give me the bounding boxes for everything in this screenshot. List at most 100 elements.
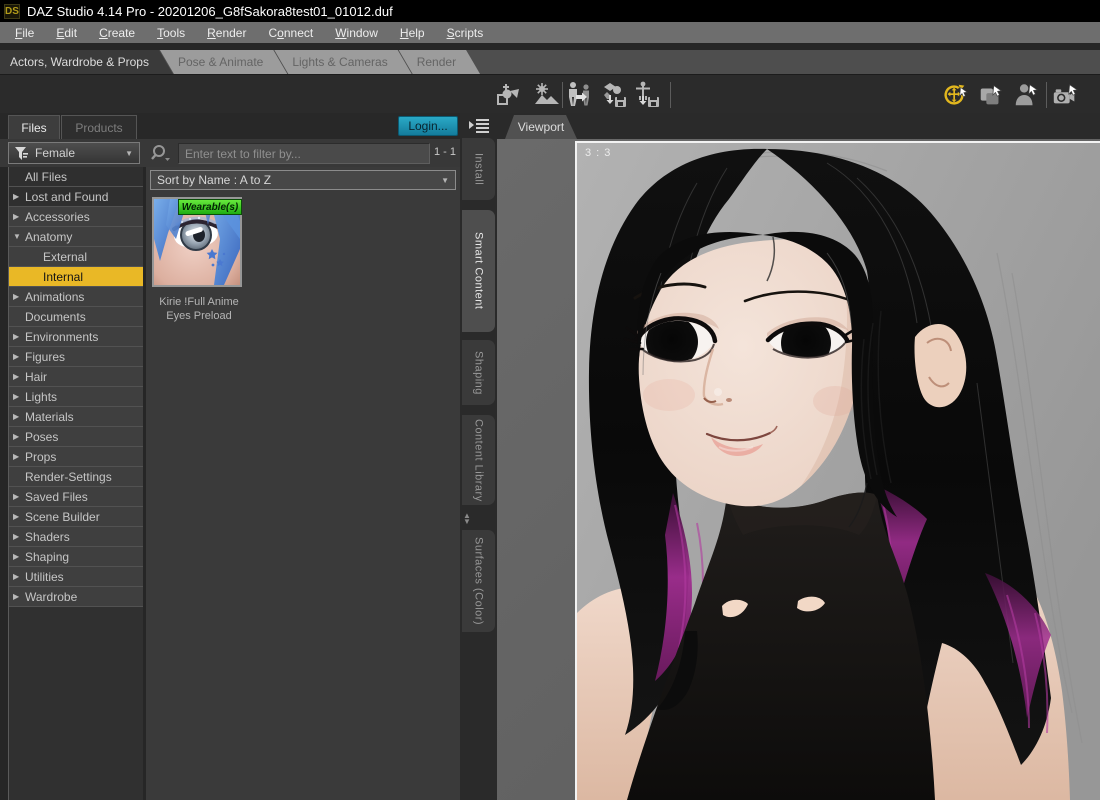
tree-arrow-icon[interactable]: ▶ xyxy=(13,532,22,541)
tree-arrow-icon[interactable]: ▶ xyxy=(13,412,22,421)
side-tab-surfaces-color-[interactable]: Surfaces (Color) xyxy=(462,530,495,632)
side-tab-shaping[interactable]: Shaping xyxy=(462,340,495,405)
tree-arrow-icon[interactable]: ▶ xyxy=(13,452,22,461)
category-label: Shaping xyxy=(25,549,70,564)
toolbar-separator xyxy=(1046,82,1047,108)
menu-create[interactable]: Create xyxy=(88,24,146,42)
aspect-ratio-label: 3 : 3 xyxy=(585,147,612,159)
character-transfer-icon[interactable] xyxy=(566,81,594,109)
create-prop-icon[interactable] xyxy=(495,81,523,109)
universal-manipulator-icon[interactable] xyxy=(941,81,969,109)
title-bar: DS DAZ Studio 4.14 Pro - 20201206_G8fSak… xyxy=(0,0,1100,22)
sort-dropdown[interactable]: Sort by Name : A to Z ▼ xyxy=(150,170,456,190)
toolbar-separator xyxy=(562,82,563,108)
tree-arrow-icon[interactable]: ▶ xyxy=(13,512,22,521)
side-tab-install[interactable]: Install xyxy=(462,138,495,200)
figure-selection-icon[interactable] xyxy=(1012,81,1040,109)
tree-arrow-icon[interactable]: ▶ xyxy=(13,372,22,381)
asset-thumbnail[interactable]: Wearable(s) xyxy=(152,197,242,287)
category-documents[interactable]: Documents xyxy=(9,307,143,327)
category-shaders[interactable]: ▶ Shaders xyxy=(9,527,143,547)
category-label: Anatomy xyxy=(25,229,73,244)
search-input[interactable] xyxy=(178,143,430,164)
viewport-3d-render[interactable]: 3 : 3 xyxy=(575,141,1100,800)
category-anatomy[interactable]: ▼ Anatomy xyxy=(9,227,143,247)
save-wearable-preset-icon[interactable] xyxy=(601,81,629,109)
category-utilities[interactable]: ▶ Utilities xyxy=(9,567,143,587)
tree-arrow-icon[interactable]: ▶ xyxy=(13,432,22,441)
category-animations[interactable]: ▶ Animations xyxy=(9,287,143,307)
tab-products[interactable]: Products xyxy=(61,115,137,139)
category-materials[interactable]: ▶ Materials xyxy=(9,407,143,427)
tree-arrow-icon[interactable]: ▶ xyxy=(13,492,22,501)
category-environments[interactable]: ▶ Environments xyxy=(9,327,143,347)
category-label: Lost and Found xyxy=(25,189,109,204)
tree-arrow-icon[interactable]: ▶ xyxy=(13,392,22,401)
save-pose-preset-icon[interactable] xyxy=(634,81,662,109)
asset-title[interactable]: Kirie !Full Anime Eyes Preload xyxy=(146,295,252,324)
node-selection-icon[interactable] xyxy=(977,81,1005,109)
camera-selection-icon[interactable] xyxy=(1051,81,1079,109)
category-poses[interactable]: ▶ Poses xyxy=(9,427,143,447)
category-lost-and-found[interactable]: ▶ Lost and Found xyxy=(9,187,143,207)
tree-arrow-icon[interactable]: ▶ xyxy=(13,212,22,221)
menu-scripts[interactable]: Scripts xyxy=(436,24,495,42)
smart-content-pane: Files Products Login... Female ▼ 1 - 1 A… xyxy=(0,113,460,800)
pane-options-icon[interactable] xyxy=(468,118,490,138)
category-hair[interactable]: ▶ Hair xyxy=(9,367,143,387)
category-render-settings[interactable]: Render-Settings xyxy=(9,467,143,487)
category-external[interactable]: External xyxy=(9,247,143,267)
side-tab-smart-content[interactable]: Smart Content xyxy=(462,210,495,332)
category-label: Accessories xyxy=(25,209,90,224)
category-label: All Files xyxy=(25,169,68,184)
category-all-files[interactable]: All Files xyxy=(9,167,143,187)
category-lights[interactable]: ▶ Lights xyxy=(9,387,143,407)
category-label: Environments xyxy=(25,329,99,344)
category-wardrobe[interactable]: ▶ Wardrobe xyxy=(9,587,143,607)
category-tree: All Files ▶ Lost and Found ▶ Accessories ▼ Ana… xyxy=(8,167,143,800)
create-environment-icon[interactable] xyxy=(533,81,561,109)
context-filter-dropdown[interactable]: Female ▼ xyxy=(8,142,140,164)
tree-arrow-icon[interactable]: ▶ xyxy=(13,572,22,581)
category-accessories[interactable]: ▶ Accessories xyxy=(9,207,143,227)
category-figures[interactable]: ▶ Figures xyxy=(9,347,143,367)
tree-arrow-icon[interactable]: ▶ xyxy=(13,292,22,301)
tree-arrow-icon[interactable]: ▶ xyxy=(13,332,22,341)
category-saved-files[interactable]: ▶ Saved Files xyxy=(9,487,143,507)
side-tab-label: Smart Content xyxy=(472,232,485,310)
menu-tools[interactable]: Tools xyxy=(146,24,196,42)
activity-tab-lights-cameras[interactable]: Lights & Cameras xyxy=(274,50,411,74)
menu-render[interactable]: Render xyxy=(196,24,257,42)
activity-tab-actors-wardrobe-props[interactable]: Actors, Wardrobe & Props xyxy=(0,50,173,74)
menu-window[interactable]: Window xyxy=(324,24,389,42)
tab-files[interactable]: Files xyxy=(8,115,60,139)
tree-arrow-icon[interactable]: ▶ xyxy=(13,592,22,601)
activity-tab-pose-animate[interactable]: Pose & Animate xyxy=(160,50,287,74)
menu-help[interactable]: Help xyxy=(389,24,436,42)
login-button[interactable]: Login... xyxy=(398,116,458,136)
filter-row: Female ▼ 1 - 1 xyxy=(0,139,460,167)
category-label: Figures xyxy=(25,349,66,364)
viewport-pane: Viewport 3: 3 xyxy=(497,113,1100,800)
category-props[interactable]: ▶ Props xyxy=(9,447,143,467)
menu-connect[interactable]: Connect xyxy=(257,24,324,42)
search-icon[interactable] xyxy=(150,143,172,163)
tree-arrow-icon[interactable]: ▶ xyxy=(13,352,22,361)
tab-scroll-icon[interactable]: ▲ ▼ xyxy=(463,512,471,526)
activity-tab-render[interactable]: Render xyxy=(399,50,480,74)
category-label: Props xyxy=(25,449,57,464)
category-scene-builder[interactable]: ▶ Scene Builder xyxy=(9,507,143,527)
tab-viewport[interactable]: Viewport xyxy=(505,115,577,139)
category-internal[interactable]: Internal xyxy=(9,267,143,287)
tree-arrow-icon[interactable]: ▼ xyxy=(13,232,22,241)
category-shaping[interactable]: ▶ Shaping xyxy=(9,547,143,567)
tree-arrow-icon[interactable]: ▶ xyxy=(13,552,22,561)
tree-arrow-icon[interactable]: ▶ xyxy=(13,192,22,201)
side-tab-label: Content Library xyxy=(472,418,485,502)
category-label: Scene Builder xyxy=(25,509,100,524)
category-label: Lights xyxy=(25,389,58,404)
side-tab-content-library[interactable]: Content Library xyxy=(462,415,495,505)
menu-file[interactable]: File xyxy=(4,24,45,42)
menu-edit[interactable]: Edit xyxy=(45,24,88,42)
chevron-down-icon: ▼ xyxy=(125,148,133,158)
